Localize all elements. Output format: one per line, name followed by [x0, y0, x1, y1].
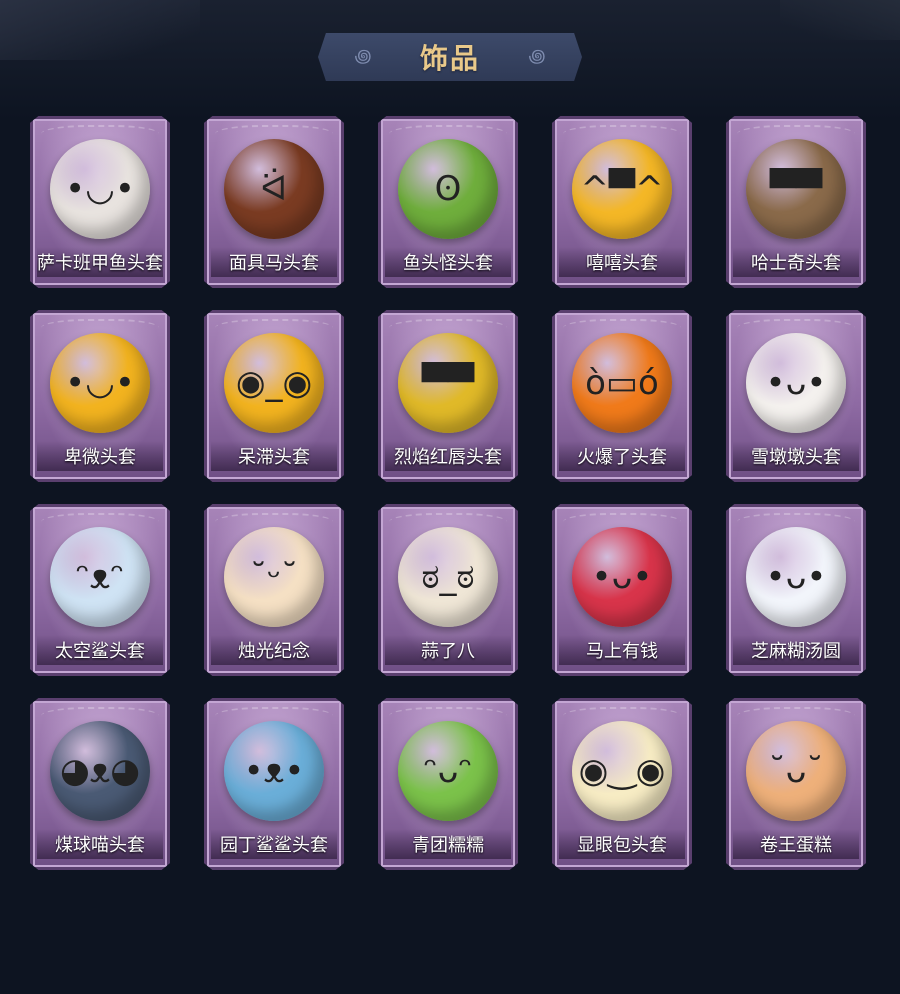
black-cat-head-icon: ◕ᴥ◕: [50, 721, 150, 821]
accessory-card[interactable]: ᵔᴗᵔ 青团糯糯: [378, 698, 518, 870]
pikachu-lips-icon: ▀▀: [398, 333, 498, 433]
accessory-name: 青团糯糯: [412, 835, 484, 856]
label-bar: 面具马头套: [211, 247, 337, 277]
accessory-card[interactable]: •ᴥ• 园丁鲨鲨头套: [204, 698, 344, 870]
label-bar: 烈焰红唇头套: [385, 441, 511, 471]
label-bar: 雪墩墩头套: [733, 441, 859, 471]
accessory-name: 太空鲨头套: [55, 641, 145, 662]
accessory-card[interactable]: ಠ_ಠ 蒜了八: [378, 504, 518, 676]
accessory-card[interactable]: ◕ᴥ◕ 煤球喵头套: [30, 698, 170, 870]
accessory-name: 卑微头套: [64, 447, 136, 468]
label-bar: 芝麻糊汤圆: [733, 635, 859, 665]
accessory-name: 煤球喵头套: [55, 835, 145, 856]
accessory-card[interactable]: ◉‿◉ 显眼包头套: [552, 698, 692, 870]
label-bar: 哈士奇头套: [733, 247, 859, 277]
fire-head-icon: ò▭ó: [572, 333, 672, 433]
accessory-name: 鱼头怪头套: [403, 253, 493, 274]
husky-head-icon: ▀▀: [746, 139, 846, 239]
grin-emoji-icon: ^▀^: [572, 139, 672, 239]
label-bar: 鱼头怪头套: [385, 247, 511, 277]
accessory-card[interactable]: ^▀^ 嘻嘻头套: [552, 116, 692, 288]
accessory-name: 蒜了八: [421, 641, 475, 662]
label-bar: 蒜了八: [385, 635, 511, 665]
label-bar: 马上有钱: [559, 635, 685, 665]
accessory-card[interactable]: ▀▀ 哈士奇头套: [726, 116, 866, 288]
accessory-name: 烛光纪念: [238, 641, 310, 662]
green-dumpling-icon: ᵔᴗᵔ: [398, 721, 498, 821]
lightbulb-head-icon: ◉‿◉: [572, 721, 672, 821]
accessory-name: 卷王蛋糕: [760, 835, 832, 856]
accessory-name: 呆滞头套: [238, 447, 310, 468]
accessory-card[interactable]: ◉_◉ 呆滞头套: [204, 310, 344, 482]
dazed-emoji-icon: ◉_◉: [224, 333, 324, 433]
label-bar: 卑微头套: [37, 441, 163, 471]
accessory-card[interactable]: •◡• 萨卡班甲鱼头套: [30, 116, 170, 288]
ornament-left-icon: ꩜: [354, 46, 372, 67]
label-bar: 煤球喵头套: [37, 829, 163, 859]
humble-emoji-icon: •◡•: [50, 333, 150, 433]
accessory-card[interactable]: ▀▀ 烈焰红唇头套: [378, 310, 518, 482]
label-bar: 太空鲨头套: [37, 635, 163, 665]
accessory-card[interactable]: ˘ᴗ˘ 卷王蛋糕: [726, 698, 866, 870]
horse-head-icon: ᐛ: [224, 139, 324, 239]
accessory-card[interactable]: •ᴗ• 马上有钱: [552, 504, 692, 676]
gardener-shark-icon: •ᴥ•: [224, 721, 324, 821]
accessory-name: 面具马头套: [229, 253, 319, 274]
accessory-card[interactable]: •ᴗ• 雪墩墩头套: [726, 310, 866, 482]
ornament-right-icon: ꩜: [528, 46, 546, 67]
accessory-card[interactable]: ᵔᴥᵔ 太空鲨头套: [30, 504, 170, 676]
accessory-card[interactable]: ʘ 鱼头怪头套: [378, 116, 518, 288]
accessory-card[interactable]: ᐛ 面具马头套: [204, 116, 344, 288]
label-bar: 卷王蛋糕: [733, 829, 859, 859]
accessory-name: 哈士奇头套: [751, 253, 841, 274]
accessory-name: 芝麻糊汤圆: [751, 641, 841, 662]
accessory-name: 萨卡班甲鱼头套: [37, 253, 163, 274]
label-bar: 园丁鲨鲨头套: [211, 829, 337, 859]
accessory-name: 雪墩墩头套: [751, 447, 841, 468]
fish-head-icon: •◡•: [50, 139, 150, 239]
accessory-name: 园丁鲨鲨头套: [220, 835, 328, 856]
accessory-name: 显眼包头套: [577, 835, 667, 856]
tangyuan-head-icon: •ᴗ•: [746, 527, 846, 627]
candle-head-icon: ˘ᵕ˘: [224, 527, 324, 627]
accessory-card[interactable]: •◡• 卑微头套: [30, 310, 170, 482]
label-bar: 呆滞头套: [211, 441, 337, 471]
accessory-card[interactable]: ˘ᵕ˘ 烛光纪念: [204, 504, 344, 676]
label-bar: 嘻嘻头套: [559, 247, 685, 277]
section-title-banner: ꩜ 饰品 ꩜: [318, 33, 582, 81]
label-bar: 烛光纪念: [211, 635, 337, 665]
garlic-head-icon: ಠ_ಠ: [398, 527, 498, 627]
accessory-card[interactable]: •ᴗ• 芝麻糊汤圆: [726, 504, 866, 676]
label-bar: 青团糯糯: [385, 829, 511, 859]
accessory-name: 马上有钱: [586, 641, 658, 662]
accessory-grid: •◡• 萨卡班甲鱼头套 ᐛ 面具马头套 ʘ 鱼头怪头套 ^▀^ 嘻嘻头套 ▀▀ 哈士奇头套 •◡• 卑…: [30, 116, 866, 870]
accessory-name: 火爆了头套: [577, 447, 667, 468]
label-bar: 火爆了头套: [559, 441, 685, 471]
fish-monster-icon: ʘ: [398, 139, 498, 239]
snowman-head-icon: •ᴗ•: [746, 333, 846, 433]
accessory-card[interactable]: ò▭ó 火爆了头套: [552, 310, 692, 482]
space-shark-icon: ᵔᴥᵔ: [50, 527, 150, 627]
accessory-name: 烈焰红唇头套: [394, 447, 502, 468]
cake-roll-icon: ˘ᴗ˘: [746, 721, 846, 821]
section-title: 饰品: [419, 42, 480, 75]
label-bar: 萨卡班甲鱼头套: [37, 247, 163, 277]
pony-head-icon: •ᴗ•: [572, 527, 672, 627]
accessory-name: 嘻嘻头套: [586, 253, 658, 274]
label-bar: 显眼包头套: [559, 829, 685, 859]
